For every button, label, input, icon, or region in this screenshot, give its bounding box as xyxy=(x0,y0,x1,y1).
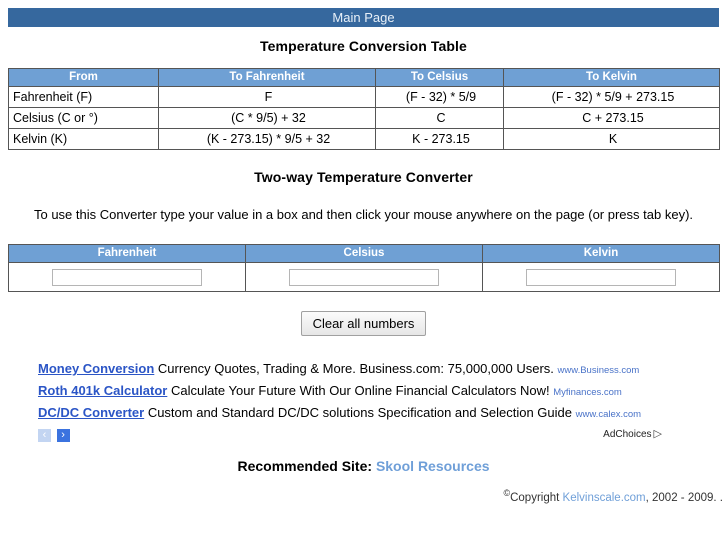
page-title: Temperature Conversion Table xyxy=(260,38,467,54)
table-header-row: From To Fahrenheit To Celsius To Kelvin xyxy=(8,68,720,87)
recommended-site: Recommended Site: Skool Resources xyxy=(0,458,727,474)
cell-to-celsius: K - 273.15 xyxy=(375,128,504,150)
temperature-conversion-table: From To Fahrenheit To Celsius To Kelvin … xyxy=(8,68,720,150)
copyright-years: , 2002 - 2009. . xyxy=(645,491,723,504)
ad-title-link[interactable]: Money Conversion xyxy=(38,361,154,376)
ad-item: Money Conversion Currency Quotes, Tradin… xyxy=(38,361,698,378)
column-header-fahrenheit: Fahrenheit xyxy=(8,244,246,263)
adchoices-label-wrap[interactable]: AdChoices ▷ xyxy=(603,427,662,440)
ad-url[interactable]: Myfinances.com xyxy=(553,387,622,398)
cell-from: Kelvin (K) xyxy=(8,128,159,150)
ad-description: Calculate Your Future With Our Online Fi… xyxy=(170,383,550,398)
column-header-to-fahrenheit: To Fahrenheit xyxy=(158,68,376,87)
ad-url[interactable]: www.calex.com xyxy=(576,409,641,420)
column-header-celsius: Celsius xyxy=(245,244,483,263)
ad-pagination: ‹ › AdChoices ▷ xyxy=(38,427,698,443)
adchoices-triangle-icon: ▷ xyxy=(653,428,662,440)
copyright-word: Copyright xyxy=(510,491,560,504)
two-way-converter-table: Fahrenheit Celsius Kelvin xyxy=(8,244,720,292)
ad-title-link[interactable]: DC/DC Converter xyxy=(38,405,144,420)
conversion-table-wrap: From To Fahrenheit To Celsius To Kelvin … xyxy=(8,68,720,150)
column-header-to-kelvin: To Kelvin xyxy=(503,68,720,87)
recommended-site-label: Recommended Site: xyxy=(237,458,373,474)
ad-item: Roth 401k Calculator Calculate Your Futu… xyxy=(38,383,698,400)
converter-header-row: Fahrenheit Celsius Kelvin xyxy=(8,244,720,263)
table-row: Fahrenheit (F) F (F - 32) * 5/9 (F - 32)… xyxy=(8,86,720,108)
table-row: Celsius (C or °) (C * 9/5) + 32 C C + 27… xyxy=(8,107,720,129)
cell-to-celsius: (F - 32) * 5/9 xyxy=(375,86,504,108)
cell-to-celsius: C xyxy=(375,107,504,129)
main-page-bar[interactable]: Main Page xyxy=(8,8,719,27)
cell-to-kelvin: C + 273.15 xyxy=(503,107,720,129)
converter-input-row xyxy=(8,262,720,292)
cell-to-fahrenheit: F xyxy=(158,86,376,108)
cell-to-fahrenheit: (K - 273.15) * 9/5 + 32 xyxy=(158,128,376,150)
cell-to-kelvin: (F - 32) * 5/9 + 273.15 xyxy=(503,86,720,108)
cell-to-kelvin: K xyxy=(503,128,720,150)
adchoices-label: AdChoices xyxy=(603,429,652,440)
column-header-kelvin: Kelvin xyxy=(482,244,720,263)
cell-from: Fahrenheit (F) xyxy=(8,86,159,108)
page-root: Main Page Temperature Conversion Table F… xyxy=(0,8,727,553)
column-header-to-celsius: To Celsius xyxy=(375,68,504,87)
chevron-right-icon[interactable]: › xyxy=(56,429,70,443)
clear-all-numbers-button[interactable]: Clear all numbers xyxy=(300,311,427,336)
column-header-from: From xyxy=(8,68,159,87)
converter-title: Two-way Temperature Converter xyxy=(254,169,473,185)
ad-description: Custom and Standard DC/DC solutions Spec… xyxy=(147,405,572,420)
cell-fahrenheit-input xyxy=(8,262,246,292)
ad-url[interactable]: www.Business.com xyxy=(558,365,640,376)
copyright-site-link[interactable]: Kelvinscale.com xyxy=(563,492,646,504)
cell-from: Celsius (C or °) xyxy=(8,107,159,129)
cell-kelvin-input xyxy=(482,262,720,292)
table-row: Kelvin (K) (K - 273.15) * 9/5 + 32 K - 2… xyxy=(8,128,720,150)
converter-instruction: To use this Converter type your value in… xyxy=(33,207,694,222)
cell-celsius-input xyxy=(245,262,483,292)
cell-to-fahrenheit: (C * 9/5) + 32 xyxy=(158,107,376,129)
ad-title-link[interactable]: Roth 401k Calculator xyxy=(38,383,167,398)
kelvin-input[interactable] xyxy=(526,268,676,286)
ad-block: Money Conversion Currency Quotes, Tradin… xyxy=(38,361,698,443)
chevron-left-icon[interactable]: ‹ xyxy=(38,429,51,443)
ad-item: DC/DC Converter Custom and Standard DC/D… xyxy=(38,405,698,422)
celsius-input[interactable] xyxy=(289,268,439,286)
copyright-line: ©Copyright Kelvinscale.com, 2002 - 2009.… xyxy=(0,488,727,504)
ad-description: Currency Quotes, Trading & More. Busines… xyxy=(157,361,554,376)
recommended-site-link[interactable]: Skool Resources xyxy=(376,458,490,474)
fahrenheit-input[interactable] xyxy=(52,268,202,286)
converter-table-wrap: Fahrenheit Celsius Kelvin xyxy=(8,244,720,292)
button-row: Clear all numbers xyxy=(0,311,727,336)
